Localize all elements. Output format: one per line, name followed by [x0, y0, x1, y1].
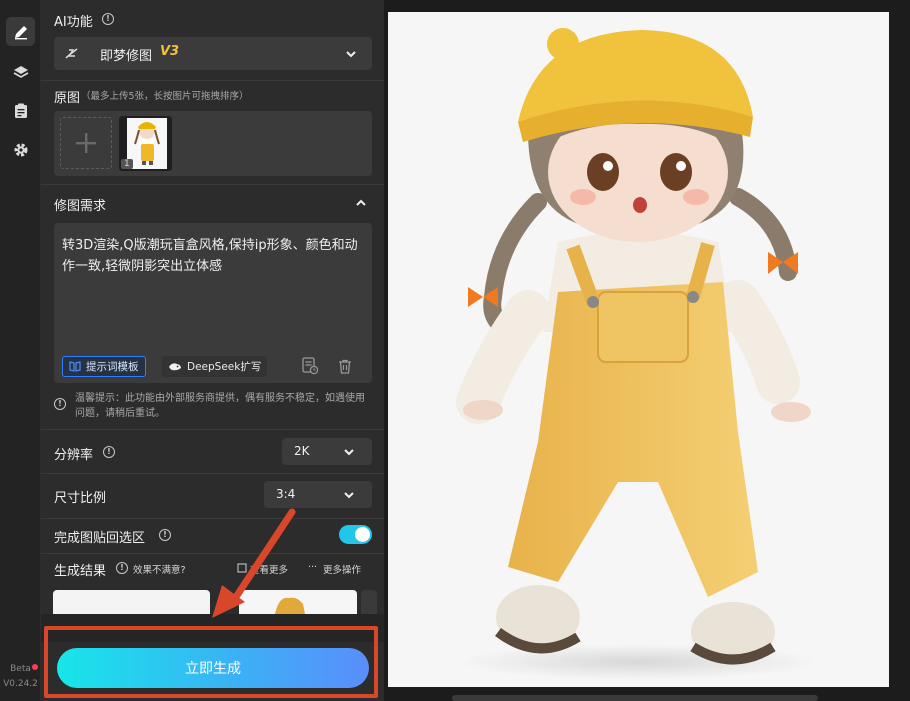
- results-label: 生成结果: [54, 564, 107, 579]
- history-icon[interactable]: [302, 357, 319, 375]
- divider: [41, 80, 384, 81]
- preview-canvas[interactable]: [388, 12, 889, 687]
- prompt-template-button[interactable]: 提示词模板: [62, 356, 146, 377]
- options-strip: [41, 614, 384, 642]
- prompt-input[interactable]: 转3D渲染,Q版潮玩盲盒风格,保持ip形象、颜色和动作一致,轻微阴影突出立体感 …: [54, 223, 372, 383]
- generate-button[interactable]: 立即生成: [57, 648, 369, 688]
- source-image-hint: （最多上传5张，长按图片可拖拽排序）: [81, 91, 249, 102]
- chevron-down-icon: [346, 51, 356, 58]
- resolution-select[interactable]: 2K: [282, 438, 372, 465]
- prompt-section-label: 修图需求: [54, 199, 107, 214]
- warning-icon: !: [54, 398, 66, 410]
- layers-icon[interactable]: [6, 57, 35, 86]
- model-select[interactable]: 即梦修图 V3: [54, 37, 372, 70]
- view-more-link[interactable]: 查看更多: [250, 562, 288, 576]
- plus-icon: [76, 133, 96, 153]
- divider: [41, 473, 384, 474]
- service-notice: 温馨提示：此功能由外部服务商提供，偶有服务不稳定，如遇使用问题，请稍后重试。: [75, 393, 365, 419]
- result-thumbnail[interactable]: [53, 590, 210, 614]
- divider: [41, 184, 384, 185]
- paste-back-label: 完成图贴回选区: [54, 531, 146, 546]
- more-actions-link[interactable]: 更多操作: [323, 562, 361, 576]
- divider: [41, 518, 384, 519]
- pencil-icon[interactable]: [6, 17, 35, 46]
- chevron-down-icon: [344, 449, 354, 456]
- deepseek-expand-button[interactable]: DeepSeek扩写: [162, 356, 268, 377]
- magic-brush-icon: [65, 48, 78, 59]
- ratio-value: 3:4: [276, 487, 296, 501]
- app-window: Beta V0.24.2 AI功能 ! 即梦修图 V3 原图 （最多上传5张，长…: [0, 0, 910, 701]
- deepseek-expand-label: DeepSeek扩写: [187, 361, 262, 373]
- prompt-template-label: 提示词模板: [86, 361, 139, 373]
- resolution-value: 2K: [294, 444, 310, 458]
- tool-rail: Beta V0.24.2: [0, 0, 41, 701]
- ai-function-label: AI功能: [54, 15, 93, 30]
- info-icon[interactable]: !: [159, 529, 171, 541]
- toggle-knob: [355, 527, 370, 542]
- version-label: V0.24.2: [3, 679, 38, 689]
- gear-icon[interactable]: [6, 135, 35, 164]
- character-illustration: [456, 28, 818, 680]
- edit-panel: AI功能 ! 即梦修图 V3 原图 （最多上传5张，长按图片可拖拽排序） 1 修…: [41, 0, 384, 701]
- beta-dot: [32, 664, 38, 670]
- add-image-button[interactable]: [60, 117, 112, 169]
- info-icon[interactable]: !: [102, 13, 114, 25]
- whale-icon: [169, 363, 181, 371]
- more-actions-icon[interactable]: ···: [308, 562, 317, 573]
- prompt-text[interactable]: 转3D渲染,Q版潮玩盲盒风格,保持ip形象、颜色和动作一致,轻微阴影突出立体感: [62, 235, 362, 277]
- model-name: 即梦修图: [100, 49, 153, 64]
- clipboard-icon[interactable]: [6, 96, 35, 125]
- model-version-badge: V3: [160, 44, 180, 59]
- canvas-scrollbar[interactable]: [452, 695, 818, 701]
- result-thumbnail[interactable]: [239, 590, 357, 614]
- chevron-up-icon[interactable]: [354, 196, 368, 210]
- info-icon[interactable]: !: [103, 446, 115, 458]
- view-more-icon: [237, 563, 247, 573]
- source-thumbnail[interactable]: 1: [119, 116, 172, 171]
- book-icon: [69, 361, 81, 372]
- thumbnail-index: 1: [121, 159, 133, 169]
- unsatisfied-link[interactable]: 效果不满意?: [133, 562, 186, 576]
- thumbnail-image: [127, 118, 167, 169]
- source-image-label: 原图: [54, 91, 81, 106]
- divider: [41, 553, 384, 554]
- resolution-label: 分辨率: [54, 448, 94, 463]
- chevron-down-icon: [344, 492, 354, 499]
- info-icon[interactable]: !: [116, 562, 128, 574]
- source-image-list: 1: [54, 111, 372, 176]
- trash-icon[interactable]: [338, 359, 352, 374]
- divider: [41, 429, 384, 430]
- paste-back-toggle[interactable]: [339, 525, 372, 544]
- result-scroll-edge: [361, 590, 377, 614]
- ratio-label: 尺寸比例: [54, 491, 107, 506]
- ratio-select[interactable]: 3:4: [264, 481, 372, 508]
